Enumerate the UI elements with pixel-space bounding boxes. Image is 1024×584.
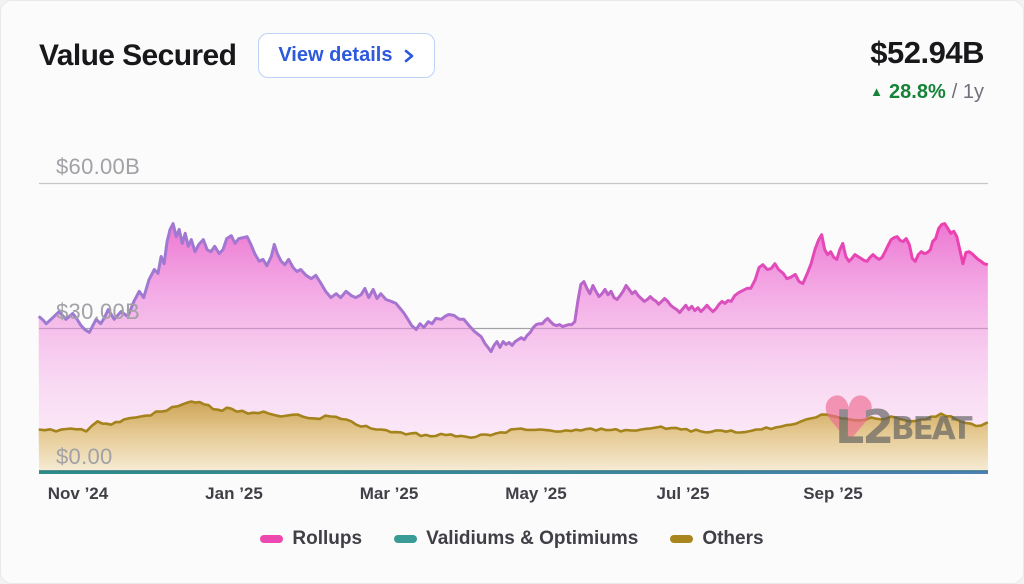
legend-label: Others [702, 528, 763, 550]
x-tick-label: Mar ’25 [334, 484, 444, 504]
y-tick-label-30b: $30.00B [56, 299, 140, 325]
value-secured-card: Value Secured View details $52.94B ▲ 28.… [0, 0, 1024, 584]
rollups-line [39, 224, 988, 352]
validiums-area [39, 471, 988, 474]
y-tick-label-60b: $60.00B [56, 154, 140, 180]
value-secured-chart[interactable]: $60.00B $30.00B $0.00 [1, 1, 1023, 583]
legend-item-rollups[interactable]: Rollups [260, 528, 362, 550]
y-tick-label-0: $0.00 [56, 444, 113, 470]
x-tick-label: Jul ’25 [628, 484, 738, 504]
legend-label: Validiums & Optimiums [426, 528, 638, 550]
l2beat-watermark-logo: ♥ L2 BEAT [825, 387, 983, 457]
x-tick-label: Jan ’25 [179, 484, 289, 504]
watermark-l2: L2 [835, 400, 892, 454]
legend-label: Rollups [292, 528, 362, 550]
legend-item-others[interactable]: Others [670, 528, 763, 550]
watermark-beat: BEAT [891, 411, 972, 447]
x-tick-label: Nov ’24 [23, 484, 133, 504]
rollups-swatch-icon [260, 535, 283, 543]
chart-legend: Rollups Validiums & Optimiums Others [1, 528, 1023, 550]
others-swatch-icon [670, 535, 693, 543]
legend-item-validiums-optimiums[interactable]: Validiums & Optimiums [394, 528, 638, 550]
x-tick-label: May ’25 [481, 484, 591, 504]
x-tick-label: Sep ’25 [778, 484, 888, 504]
validiums-swatch-icon [394, 535, 417, 543]
